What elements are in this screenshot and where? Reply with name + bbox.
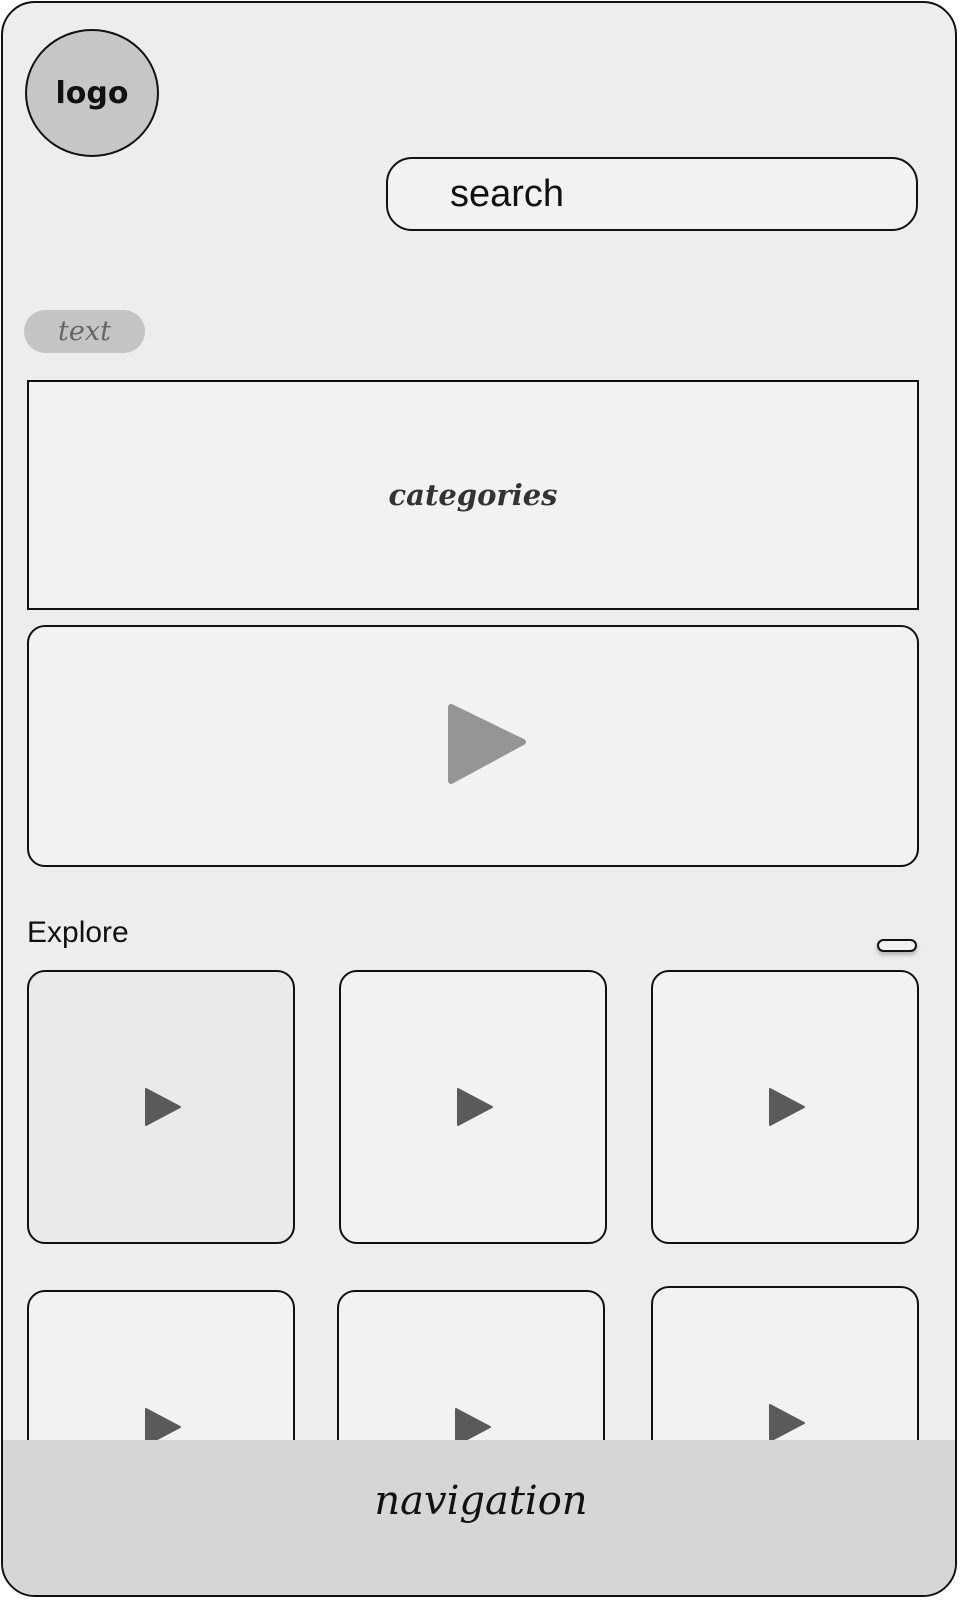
navigation-label: navigation [374, 1478, 588, 1524]
text-chip-label: text [58, 316, 111, 347]
logo-label: logo [55, 75, 129, 111]
search-label: search [450, 172, 565, 215]
navigation-bar[interactable]: navigation [3, 1440, 955, 1595]
see-more-toggle[interactable] [877, 939, 917, 952]
categories-panel[interactable]: categories [27, 380, 919, 610]
search-input[interactable]: search [386, 157, 918, 231]
play-icon [769, 1088, 805, 1126]
explore-tile[interactable] [651, 970, 919, 1244]
play-icon [145, 1088, 181, 1126]
play-icon[interactable] [443, 701, 527, 787]
featured-video[interactable] [27, 625, 919, 867]
explore-heading: Explore [27, 916, 129, 949]
logo[interactable]: logo [25, 29, 159, 157]
play-icon [769, 1404, 805, 1442]
play-icon [457, 1088, 493, 1126]
explore-tile[interactable] [27, 970, 295, 1244]
phone-frame: logo search text categories Explore navi… [1, 1, 957, 1597]
explore-tile[interactable] [339, 970, 607, 1244]
text-chip[interactable]: text [24, 310, 145, 353]
categories-label: categories [388, 478, 558, 512]
